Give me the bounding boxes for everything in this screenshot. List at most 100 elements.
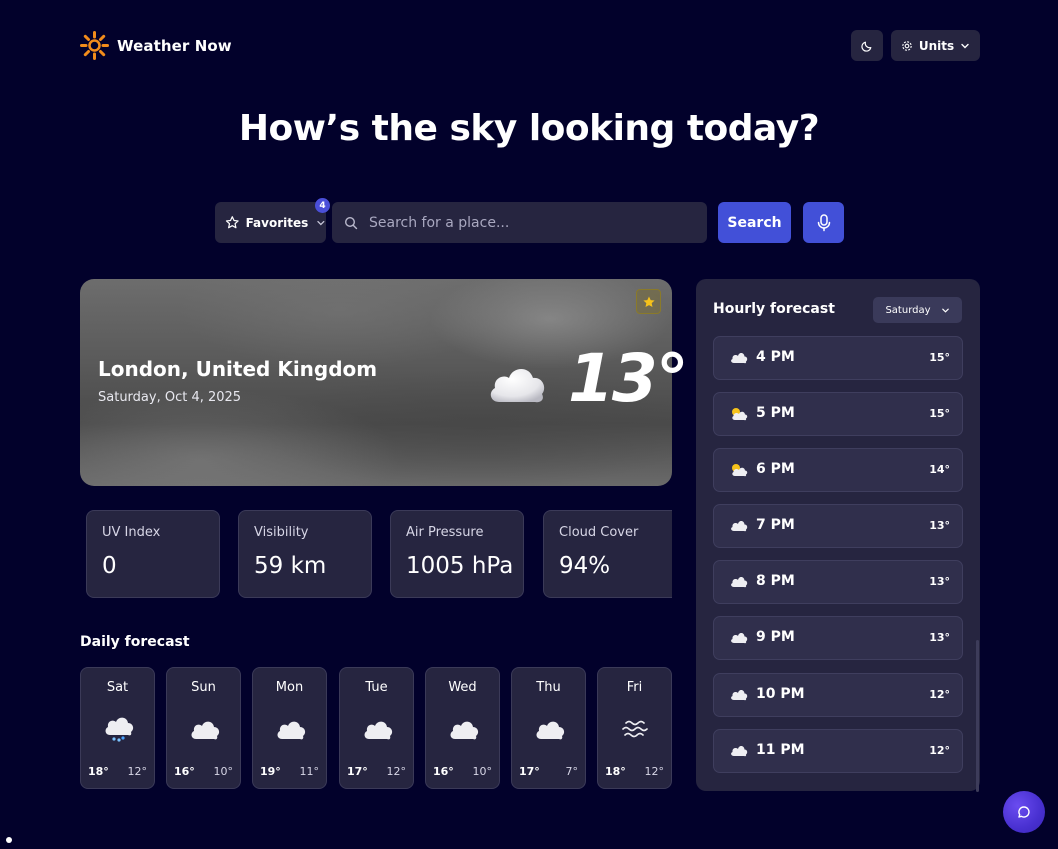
day-high: 19° xyxy=(260,765,281,778)
daily-forecast-title: Daily forecast xyxy=(80,634,190,650)
search-input[interactable] xyxy=(367,213,691,232)
day-high: 17° xyxy=(347,765,368,778)
day-name: Fri xyxy=(626,680,643,695)
units-label: Units xyxy=(918,38,955,53)
day-low: 12° xyxy=(644,765,665,778)
favorites-count-badge: 4 xyxy=(315,198,330,213)
hour-time: 10 PM xyxy=(756,686,805,702)
chevron-down-icon xyxy=(941,308,949,313)
hour-time: 5 PM xyxy=(756,405,795,421)
daily-forecast-item[interactable]: Tue 17° 12° xyxy=(339,667,414,789)
microphone-icon xyxy=(817,213,830,231)
hourly-scrollbar[interactable] xyxy=(976,640,979,792)
fog-icon xyxy=(622,720,648,738)
day-high: 16° xyxy=(174,765,195,778)
theme-toggle-button[interactable] xyxy=(851,30,883,61)
stat-value: 1005 hPa xyxy=(406,553,514,579)
day-low: 12° xyxy=(127,765,148,778)
day-high: 17° xyxy=(519,765,540,778)
cloud-icon xyxy=(731,577,748,588)
hourly-forecast-row[interactable]: 11 PM 12° xyxy=(713,729,963,773)
day-name: Mon xyxy=(275,680,304,695)
hour-time: 4 PM xyxy=(756,349,795,365)
cloud-icon xyxy=(731,353,748,364)
cloud-icon xyxy=(191,721,220,740)
day-low: 11° xyxy=(299,765,320,778)
app-logo[interactable]: Weather Now xyxy=(80,31,232,60)
chat-button[interactable] xyxy=(1003,791,1045,833)
search-button[interactable]: Search xyxy=(718,202,791,243)
day-low: 12° xyxy=(386,765,407,778)
stat-value: 94% xyxy=(559,553,611,579)
cloud-icon xyxy=(450,721,479,740)
favorites-label: Favorites xyxy=(245,215,309,230)
hour-temp: 13° xyxy=(929,631,950,644)
cloud-icon xyxy=(277,721,306,740)
stat-label: Air Pressure xyxy=(406,525,484,540)
favorite-toggle-button[interactable] xyxy=(636,289,661,314)
daily-forecast-item[interactable]: Sat 18° 12° xyxy=(80,667,155,789)
daily-forecast-item[interactable]: Wed 16° 10° xyxy=(425,667,500,789)
hourly-forecast-row[interactable]: 6 PM 14° xyxy=(713,448,963,492)
hourly-forecast-row[interactable]: 7 PM 13° xyxy=(713,504,963,548)
search-field[interactable] xyxy=(332,202,707,243)
voice-search-button[interactable] xyxy=(803,202,844,243)
partly-cloudy-icon xyxy=(732,408,748,421)
stat-card-cloud-cover: Cloud Cover 94% xyxy=(543,510,672,598)
stat-card-visibility: Visibility 59 km xyxy=(238,510,372,598)
day-high: 16° xyxy=(433,765,454,778)
chevron-down-icon xyxy=(961,43,969,48)
hour-temp: 14° xyxy=(929,463,950,476)
daily-forecast-item[interactable]: Fri 18° 12° xyxy=(597,667,672,789)
hourly-forecast-row[interactable]: 5 PM 15° xyxy=(713,392,963,436)
day-name: Sun xyxy=(191,680,216,695)
star-outline-icon xyxy=(225,216,239,229)
page-headline: How’s the sky looking today? xyxy=(238,108,820,149)
hour-temp: 15° xyxy=(929,407,950,420)
hourly-forecast-row[interactable]: 8 PM 13° xyxy=(713,560,963,604)
cloud-icon xyxy=(731,633,748,644)
hourly-forecast-title: Hourly forecast xyxy=(713,301,835,317)
cloud-icon xyxy=(731,690,748,701)
day-low: 10° xyxy=(472,765,493,778)
hour-temp: 15° xyxy=(929,351,950,364)
hourly-forecast-row[interactable]: 9 PM 13° xyxy=(713,616,963,660)
app-name: Weather Now xyxy=(117,36,232,55)
snow-cloud-icon xyxy=(105,717,134,742)
star-filled-icon xyxy=(642,295,655,307)
cloud-icon xyxy=(731,521,748,532)
day-name: Wed xyxy=(448,680,477,695)
favorites-button[interactable]: Favorites xyxy=(215,202,326,243)
partly-cloudy-icon xyxy=(732,464,748,477)
hour-temp: 13° xyxy=(929,519,950,532)
day-name: Thu xyxy=(536,680,561,695)
hour-time: 9 PM xyxy=(756,629,795,645)
search-icon xyxy=(344,216,358,229)
hour-time: 11 PM xyxy=(756,742,805,758)
hour-temp: 12° xyxy=(929,744,950,757)
cloud-icon xyxy=(536,721,565,740)
hourly-day-select[interactable]: Saturday xyxy=(873,297,962,323)
daily-forecast-item[interactable]: Mon 19° 11° xyxy=(252,667,327,789)
units-dropdown-button[interactable]: Units xyxy=(891,30,980,61)
stat-card-uv-index: UV Index 0 xyxy=(86,510,220,598)
current-temperature: 13° xyxy=(568,340,689,417)
daily-forecast-item[interactable]: Thu 17° 7° xyxy=(511,667,586,789)
hour-time: 6 PM xyxy=(756,461,795,477)
stat-value: 59 km xyxy=(254,553,327,579)
hour-temp: 13° xyxy=(929,575,950,588)
daily-forecast-item[interactable]: Sun 16° 10° xyxy=(166,667,241,789)
stat-label: UV Index xyxy=(102,525,161,540)
hourly-forecast-row[interactable]: 4 PM 15° xyxy=(713,336,963,380)
hour-time: 8 PM xyxy=(756,573,795,589)
day-name: Sat xyxy=(106,680,129,695)
page-indicator-dot xyxy=(6,837,12,843)
hour-time: 7 PM xyxy=(756,517,795,533)
hourly-forecast-row[interactable]: 10 PM 12° xyxy=(713,673,963,717)
current-location: London, United Kingdom xyxy=(98,357,378,381)
chevron-down-icon xyxy=(317,220,325,225)
current-date: Saturday, Oct 4, 2025 xyxy=(98,390,242,405)
stat-label: Cloud Cover xyxy=(559,525,639,540)
day-name: Tue xyxy=(365,680,388,695)
cloud-icon xyxy=(364,721,393,740)
